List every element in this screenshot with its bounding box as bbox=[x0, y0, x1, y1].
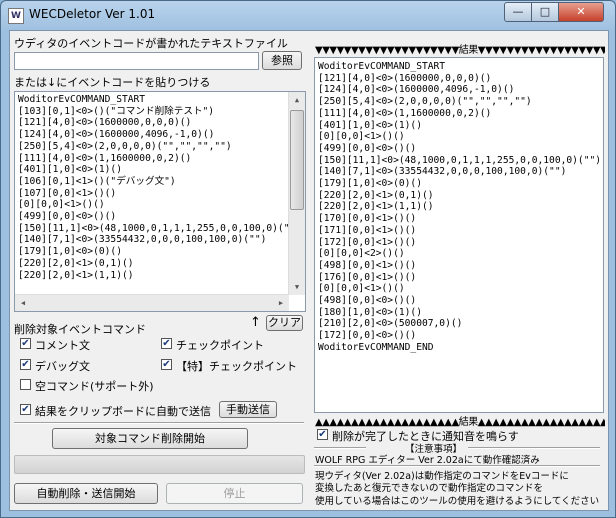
debug-checkbox-label: デバッグ文 bbox=[35, 360, 90, 373]
notes-body: 現ウディタ(Ver 2.02a)は動作指定のコマンドをEvコードに 変換したあと… bbox=[315, 471, 601, 508]
event-code-line: [179][1,0]<0>(0)() bbox=[18, 246, 122, 258]
result-line: [124][4,0]<0>(1600000,4096,-1,0)() bbox=[318, 84, 515, 96]
event-code-line: [103][0,1]<0>()("コマンド削除テスト") bbox=[18, 105, 215, 117]
notes-version: WOLF RPG エディター Ver 2.02aにて動作確認済み bbox=[315, 455, 540, 466]
maximize-button[interactable]: □ bbox=[531, 2, 559, 22]
special-checkpoint-checkbox-label: 【特】チェックポイント bbox=[176, 360, 297, 373]
scroll-thumb[interactable] bbox=[290, 110, 304, 210]
event-code-line: [499][0,0]<0>()() bbox=[18, 211, 117, 223]
minimize-button[interactable]: — bbox=[504, 2, 532, 22]
result-line: [498][0,0]<1>()() bbox=[318, 259, 417, 271]
result-line: [171][0,0]<1>()() bbox=[318, 224, 417, 236]
comment-checkbox[interactable]: ✔ bbox=[20, 338, 31, 349]
event-code-line: [220][2,0]<1>(0,1)() bbox=[18, 257, 134, 269]
window-title: WECDeletor Ver 1.01 bbox=[29, 7, 156, 21]
result-output[interactable]: WoditorEvCOMMAND_START [121][4,0]<0>(1600… bbox=[314, 57, 604, 413]
result-line: [499][0,0]<0>()() bbox=[318, 142, 417, 154]
left-divider bbox=[14, 422, 304, 424]
file-path-value bbox=[15, 53, 18, 66]
result-header: ▼▼▼▼▼▼▼▼▼▼▼▼▼▼▼▼▼▼▼▼結果▼▼▼▼▼▼▼▼▼▼▼▼▼▼▼▼▼▼… bbox=[315, 45, 605, 56]
auto-send-checkbox[interactable]: ✔ bbox=[20, 404, 31, 415]
event-code-lines: WoditorEvCOMMAND_START [103][0,1]<0>()("コ… bbox=[18, 94, 305, 281]
result-line: [179][1,0]<0>(0)() bbox=[318, 178, 422, 190]
event-code-line: [250][5,4]<0>(2,0,0,0,0)("","","","") bbox=[18, 140, 232, 152]
up-arrow-icon: ↑ bbox=[250, 315, 261, 330]
result-line: [0][0,0]<1>()() bbox=[318, 131, 405, 143]
input-vertical-scrollbar[interactable]: ▲ ▼ bbox=[288, 92, 305, 295]
progress-bar bbox=[14, 455, 305, 474]
client-area: ウディタのイベントコードが書かれたテキストファイル 参照 または↓にイベントコー… bbox=[9, 30, 609, 511]
scroll-down-arrow-icon[interactable]: ▼ bbox=[289, 279, 305, 295]
auto-delete-send-button[interactable]: 自動削除・送信開始 bbox=[14, 483, 158, 504]
event-code-line: [401][1,0]<0>(1)() bbox=[18, 164, 122, 176]
result-line: [121][4,0]<0>(1600000,0,0,0)() bbox=[318, 72, 492, 84]
result-line: [210][2,0]<0>(500007,0)() bbox=[318, 318, 463, 330]
result-line: [401][1,0]<0>(1)() bbox=[318, 119, 422, 131]
event-code-line: [111][4,0]<0>(1,1600000,0,2)() bbox=[18, 152, 192, 164]
event-code-input[interactable]: WoditorEvCOMMAND_START [103][0,1]<0>()("コ… bbox=[14, 91, 306, 312]
event-code-line: [0][0,0]<1>()() bbox=[18, 199, 105, 211]
event-code-line: [107][0,0]<1>()() bbox=[18, 187, 117, 199]
notes-divider-bottom bbox=[314, 465, 600, 467]
checkpoint-checkbox-label: チェックポイント bbox=[176, 339, 264, 352]
comment-checkbox-label: コメント文 bbox=[35, 339, 90, 352]
result-line: [172][0,0]<0>()() bbox=[318, 330, 417, 342]
result-line: [0][0,0]<1>()() bbox=[318, 283, 405, 295]
manual-send-button[interactable]: 手動送信 bbox=[219, 401, 277, 418]
result-line: [111][4,0]<0>(1,1600000,0,2)() bbox=[318, 107, 492, 119]
start-delete-button[interactable]: 対象コマンド削除開始 bbox=[52, 428, 248, 449]
empty-command-checkbox-label: 空コマンド(サポート外) bbox=[35, 380, 154, 393]
result-line: [220][2,0]<1>(0,1)() bbox=[318, 189, 434, 201]
delete-group-label: 削除対象イベントコマンド bbox=[14, 323, 146, 336]
empty-command-checkbox[interactable] bbox=[20, 379, 31, 390]
event-code-line: [220][2,0]<1>(1,1)() bbox=[18, 269, 134, 281]
notes-line: 使用している場合はこのツールの使用を避けるようにしてください bbox=[315, 495, 600, 507]
app-window: W WECDeletor Ver 1.01 — □ ✕ ウディタのイベントコード… bbox=[0, 0, 616, 518]
event-code-line: WoditorEvCOMMAND_START bbox=[18, 94, 146, 105]
notes-divider-right bbox=[468, 447, 600, 449]
result-line: [498][0,0]<0>()() bbox=[318, 295, 417, 307]
result-footer: ▲▲▲▲▲▲▲▲▲▲▲▲▲▲▲▲▲▲▲▲結果▲▲▲▲▲▲▲▲▲▲▲▲▲▲▲▲▲▲… bbox=[315, 417, 605, 428]
browse-button[interactable]: 参照 bbox=[262, 51, 302, 70]
result-line: [250][5,4]<0>(2,0,0,0,0)("","","","") bbox=[318, 96, 532, 108]
clear-button[interactable]: クリア bbox=[266, 315, 303, 331]
result-line: [180][1,0]<0>(1)() bbox=[318, 306, 422, 318]
result-lines: WoditorEvCOMMAND_START [121][4,0]<0>(1600… bbox=[318, 61, 603, 354]
scroll-left-arrow-icon[interactable]: ◀ bbox=[15, 295, 31, 311]
title-bar[interactable]: W WECDeletor Ver 1.01 — □ ✕ bbox=[1, 1, 615, 29]
result-line: [140][7,1]<0>(33554432,0,0,0,100,100,0)(… bbox=[318, 166, 567, 178]
input-horizontal-scrollbar[interactable]: ◀ ▶ bbox=[15, 294, 289, 311]
stop-button[interactable]: 停止 bbox=[166, 483, 303, 504]
file-path-input[interactable] bbox=[14, 52, 259, 70]
auto-send-checkbox-label: 結果をクリップボードに自動で送信 bbox=[35, 405, 211, 418]
debug-checkbox[interactable]: ✔ bbox=[20, 359, 31, 370]
paste-label: または↓にイベントコードを貼りつける bbox=[14, 76, 211, 89]
notes-divider-left bbox=[314, 447, 366, 449]
result-line: WoditorEvCOMMAND_END bbox=[318, 341, 434, 353]
scroll-right-arrow-icon[interactable]: ▶ bbox=[273, 295, 289, 311]
event-code-line: [124][4,0]<0>(1600000,4096,-1,0)() bbox=[18, 129, 215, 141]
checkpoint-checkbox[interactable]: ✔ bbox=[161, 338, 172, 349]
special-checkpoint-checkbox[interactable]: ✔ bbox=[161, 359, 172, 370]
notes-line: 変換したあと復元できないので動作指定のコマンドを bbox=[315, 483, 544, 495]
result-line: WoditorEvCOMMAND_START bbox=[318, 61, 446, 72]
file-label: ウディタのイベントコードが書かれたテキストファイル bbox=[14, 37, 288, 50]
result-line: [176][0,0]<1>()() bbox=[318, 271, 417, 283]
result-line: [170][0,0]<1>()() bbox=[318, 213, 417, 225]
result-line: [220][2,0]<1>(1,1)() bbox=[318, 201, 434, 213]
app-icon: W bbox=[8, 8, 24, 24]
result-line: [172][0,0]<1>()() bbox=[318, 236, 417, 248]
event-code-line: [121][4,0]<0>(1600000,0,0,0)() bbox=[18, 117, 192, 129]
result-line: [0][0,0]<2>()() bbox=[318, 248, 405, 260]
notify-sound-checkbox[interactable]: ✔ bbox=[317, 429, 328, 440]
event-code-line: [140][7,1]<0>(33554432,0,0,0,100,100,0)(… bbox=[18, 234, 267, 246]
scroll-up-arrow-icon[interactable]: ▲ bbox=[289, 92, 305, 108]
event-code-line: [150][11,1]<0>(48,1000,0,1,1,1,255,0,0,1… bbox=[18, 222, 302, 234]
result-line: [150][11,1]<0>(48,1000,0,1,1,1,255,0,0,1… bbox=[318, 154, 602, 166]
notes-line: 現ウディタ(Ver 2.02a)は動作指定のコマンドをEvコードに bbox=[315, 471, 569, 482]
event-code-line: [106][0,1]<1>()("デバッグ文") bbox=[18, 175, 176, 187]
close-button[interactable]: ✕ bbox=[558, 2, 604, 22]
